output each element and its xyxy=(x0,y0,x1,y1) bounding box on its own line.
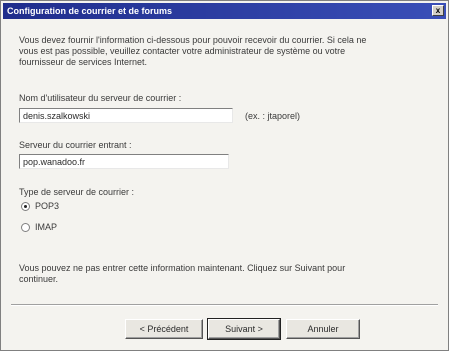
title-bar: Configuration de courrier et de forums x xyxy=(3,3,446,19)
cancel-button[interactable]: Annuler xyxy=(286,319,360,339)
radio-pop3-label: POP3 xyxy=(35,201,60,211)
mail-user-hint: (ex. : jtaporel) xyxy=(245,111,301,121)
incoming-server-input[interactable] xyxy=(19,154,229,169)
previous-button[interactable]: < Précédent xyxy=(125,319,203,339)
server-type-label: Type de serveur de courrier : xyxy=(19,187,135,197)
radio-imap-option[interactable]: IMAP xyxy=(21,222,57,232)
window-title: Configuration de courrier et de forums xyxy=(7,6,173,16)
separator-line xyxy=(11,304,438,306)
close-icon[interactable]: x xyxy=(432,5,444,16)
setup-dialog: Configuration de courrier et de forums x… xyxy=(0,0,449,351)
mail-user-label: Nom d'utilisateur du serveur de courrier… xyxy=(19,93,182,103)
radio-pop3[interactable] xyxy=(21,201,30,211)
radio-pop3-option[interactable]: POP3 xyxy=(21,201,59,211)
next-button[interactable]: Suivant > xyxy=(207,318,281,340)
incoming-server-label: Serveur du courrier entrant : xyxy=(19,140,132,150)
radio-imap[interactable] xyxy=(21,222,30,232)
instructions-text: Vous devez fournir l'information ci-dess… xyxy=(19,35,367,67)
mail-user-input[interactable] xyxy=(19,108,233,123)
radio-imap-label: IMAP xyxy=(35,222,58,232)
footer-note: Vous pouvez ne pas entrer cette informat… xyxy=(19,263,346,284)
